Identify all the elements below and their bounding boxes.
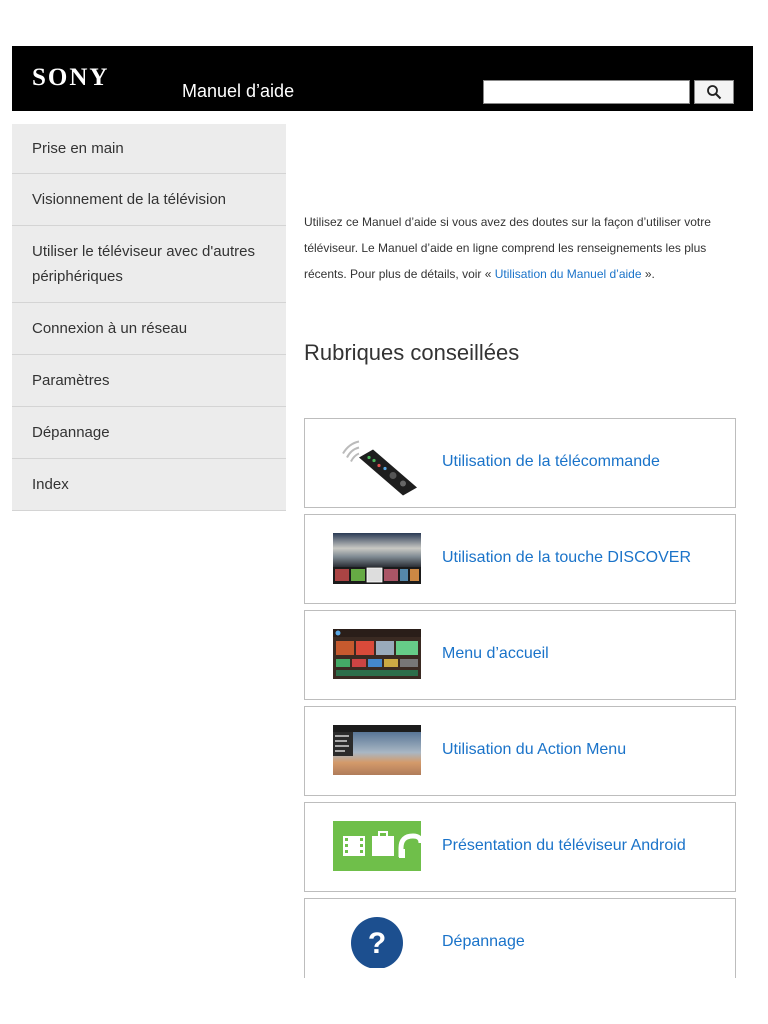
card-home-menu[interactable]: Menu d’accueil <box>304 610 736 700</box>
help-guide-link[interactable]: Utilisation du Manuel d’aide <box>495 267 642 281</box>
search-icon <box>707 85 722 100</box>
sidebar-item-autres-peripheriques[interactable]: Utiliser le téléviseur avec d'autres pér… <box>12 226 286 303</box>
card-label: Utilisation de la télécommande <box>442 453 660 470</box>
discover-screen-thumbnail <box>333 533 421 584</box>
sidebar-item-connexion-reseau[interactable]: Connexion à un réseau <box>12 303 286 355</box>
sidebar-item-label: Prise en main <box>32 140 124 157</box>
question-mark-icon: ? <box>351 917 403 968</box>
search-button[interactable] <box>694 80 734 104</box>
card-label: Menu d’accueil <box>442 645 549 662</box>
sidebar-item-label: Dépannage <box>32 424 110 441</box>
sidebar-item-visionnement[interactable]: Visionnement de la télévision <box>12 174 286 226</box>
action-menu-thumbnail <box>333 725 421 775</box>
android-tv-icon <box>333 821 421 871</box>
sidebar-item-depannage[interactable]: Dépannage <box>12 407 286 459</box>
sidebar-item-prise-en-main[interactable]: Prise en main <box>12 124 286 174</box>
intro-paragraph: Utilisez ce Manuel d’aide si vous avez d… <box>304 209 744 287</box>
home-menu-thumbnail <box>333 629 421 679</box>
card-discover-button[interactable]: Utilisation de la touche DISCOVER <box>304 514 736 604</box>
intro-suffix: ». <box>641 267 655 281</box>
manual-title: Manuel d’aide <box>182 81 295 101</box>
svg-text:?: ? <box>368 927 386 960</box>
sidebar-item-label: Visionnement de la télévision <box>32 191 227 208</box>
sidebar-nav: Prise en main Visionnement de la télévis… <box>12 124 286 511</box>
recommended-topics-heading: Rubriques conseillées <box>304 340 520 365</box>
sidebar-item-label: Utiliser le téléviseur avec d'autres pér… <box>32 243 255 285</box>
sidebar-item-label: Index <box>32 476 69 493</box>
header-bar: SONY Manuel d’aide <box>12 46 753 111</box>
sony-logo[interactable]: SONY <box>32 64 109 92</box>
card-troubleshooting[interactable]: ? Dépannage <box>304 898 736 978</box>
search-input[interactable] <box>483 80 690 104</box>
card-label: Utilisation du Action Menu <box>442 741 627 758</box>
sidebar-item-index[interactable]: Index <box>12 459 286 511</box>
card-action-menu[interactable]: Utilisation du Action Menu <box>304 706 736 796</box>
card-label: Utilisation de la touche DISCOVER <box>442 549 691 566</box>
card-remote-control[interactable]: Utilisation de la télécommande <box>304 418 736 508</box>
sidebar-item-label: Connexion à un réseau <box>32 320 188 337</box>
card-label: Dépannage <box>442 933 525 950</box>
remote-control-icon <box>342 440 417 496</box>
sidebar-item-label: Paramètres <box>32 372 110 389</box>
sidebar-item-parametres[interactable]: Paramètres <box>12 355 286 407</box>
card-android-tv[interactable]: Présentation du téléviseur Android <box>304 802 736 892</box>
card-label: Présentation du téléviseur Android <box>442 837 686 854</box>
